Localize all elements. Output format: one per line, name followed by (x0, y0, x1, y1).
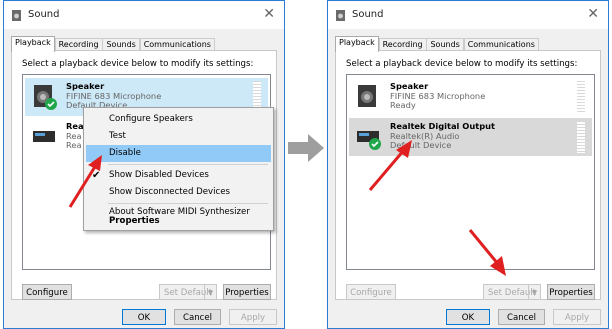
level-meter (577, 121, 585, 153)
device-name: Rea (66, 121, 84, 131)
tab-strip: Playback Recording Sounds Communications (11, 36, 215, 52)
red-arrow-annotation (368, 140, 412, 191)
transition-arrow-icon (288, 134, 324, 162)
sound-dialog-after: Sound ✕ Playback Recording Sounds Commun… (327, 0, 609, 329)
window-title: Sound (352, 9, 384, 20)
properties-button[interactable]: Properties (223, 284, 271, 300)
configure-button[interactable]: Configure (22, 284, 72, 300)
ok-button[interactable]: OK (122, 309, 166, 325)
speaker-app-icon (336, 10, 345, 21)
menu-item-show-disabled[interactable]: ✔ Show Disabled Devices (86, 167, 271, 184)
sound-dialog-before: Sound ✕ Playback Recording Sounds Commun… (3, 0, 285, 329)
device-name: Speaker (390, 81, 429, 91)
device-name: Speaker (66, 81, 105, 91)
cancel-button[interactable]: Cancel (498, 309, 545, 325)
menu-item-properties[interactable]: Properties (86, 214, 271, 229)
device-name: Realtek Digital Output (390, 121, 496, 131)
ok-button[interactable]: OK (446, 309, 490, 325)
chevron-down-icon: ▼ (528, 285, 540, 299)
apply-button[interactable]: Apply (553, 309, 601, 325)
digital-output-icon (33, 131, 55, 142)
tab-playback[interactable]: Playback (11, 36, 55, 52)
menu-separator (108, 164, 268, 165)
instruction-text: Select a playback device below to modify… (22, 59, 254, 69)
device-status: Rea (66, 140, 82, 150)
cancel-button[interactable]: Cancel (174, 309, 221, 325)
menu-item-show-disconnected[interactable]: Show Disconnected Devices (86, 184, 271, 201)
speaker-app-icon (12, 10, 21, 21)
configure-button[interactable]: Configure (346, 284, 396, 300)
red-arrow-annotation (468, 229, 506, 276)
device-item-speaker[interactable]: Speaker FIFINE 683 Microphone Ready (349, 78, 592, 116)
title-bar: Sound ✕ (328, 1, 608, 29)
tab-strip: Playback Recording Sounds Communications (335, 36, 539, 52)
close-icon[interactable]: ✕ (263, 6, 275, 22)
set-default-button[interactable]: Set Default ▼ (159, 284, 217, 300)
speaker-icon (358, 85, 376, 107)
level-meter (577, 81, 585, 113)
speaker-icon (34, 85, 57, 110)
instruction-text: Select a playback device below to modify… (346, 59, 578, 69)
menu-item-test[interactable]: Test (86, 128, 271, 145)
menu-item-configure-speakers[interactable]: Configure Speakers (86, 111, 271, 128)
set-default-button[interactable]: Set Default ▼ (483, 284, 541, 300)
title-bar: Sound ✕ (4, 1, 284, 29)
close-icon[interactable]: ✕ (587, 6, 599, 22)
menu-item-label: Show Disabled Devices (109, 170, 209, 180)
red-arrow-annotation (68, 155, 102, 208)
device-status: Ready (390, 100, 416, 110)
chevron-down-icon: ▼ (204, 285, 216, 299)
menu-item-disable[interactable]: Disable (86, 145, 271, 162)
properties-button[interactable]: Properties (547, 284, 595, 300)
tab-playback[interactable]: Playback (335, 36, 379, 52)
window-title: Sound (28, 9, 60, 20)
apply-button[interactable]: Apply (229, 309, 277, 325)
